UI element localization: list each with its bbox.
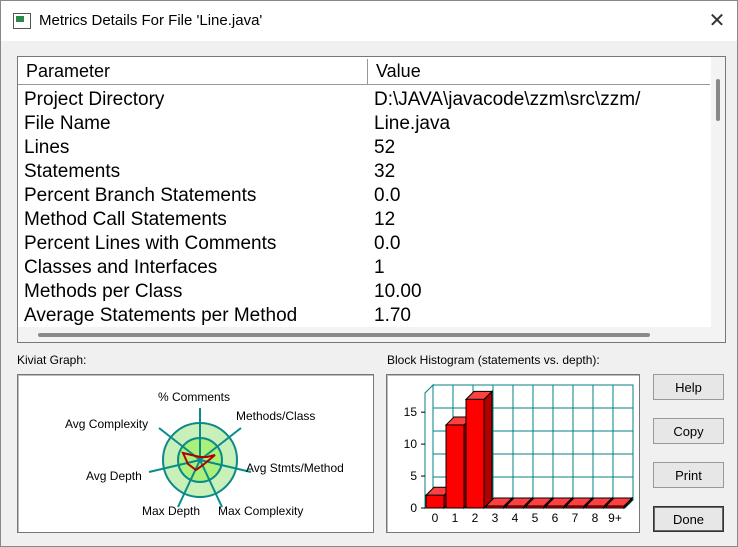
histogram-x-tick-label: 0 xyxy=(432,511,439,525)
histogram-x-tick-label: 5 xyxy=(532,511,539,525)
kiviat-axis-max-complexity: Max Complexity xyxy=(218,504,304,518)
kiviat-graph-label: Kiviat Graph: xyxy=(17,353,87,367)
help-button[interactable]: Help xyxy=(653,374,724,400)
table-row[interactable]: File Name Line.java xyxy=(18,112,710,136)
title-bar: Metrics Details For File 'Line.java' ✕ xyxy=(1,1,737,41)
table-row[interactable]: Average Statements per Method 1.70 xyxy=(18,304,710,328)
close-icon[interactable]: ✕ xyxy=(701,5,733,37)
vertical-scroll-thumb[interactable] xyxy=(716,79,720,121)
histogram-svg: 0510150 1 2 3 4 5 6 7 8 9+ xyxy=(404,383,635,525)
kiviat-axis-methods-class: Methods/Class xyxy=(236,409,316,423)
parameter-cell: Percent Branch Statements xyxy=(24,185,257,206)
parameter-cell: File Name xyxy=(24,113,111,134)
block-histogram: 0 5 10 15 0 1 2 3 4 5 6 7 8 9+ xyxy=(386,374,640,533)
window-title: Metrics Details For File 'Line.java' xyxy=(39,12,263,29)
value-cell: 10.00 xyxy=(374,281,422,302)
parameter-cell: Method Call Statements xyxy=(24,209,227,230)
kiviat-axis-avg-stmts: Avg Stmts/Method xyxy=(246,461,344,475)
histogram-x-tick-label: 9+ xyxy=(608,511,622,525)
horizontal-scroll-thumb[interactable] xyxy=(38,333,650,337)
table-row[interactable]: Method Call Statements 12 xyxy=(18,208,710,232)
value-cell: Line.java xyxy=(374,113,451,134)
parameter-cell: Statements xyxy=(24,161,121,182)
horizontal-scrollbar[interactable] xyxy=(18,327,711,342)
histogram-x-tick-label: 6 xyxy=(552,511,559,525)
value-cell: 12 xyxy=(374,209,396,230)
parameter-cell: Project Directory xyxy=(24,89,165,110)
done-button[interactable]: Done xyxy=(653,506,724,532)
table-header: Parameter Value xyxy=(18,59,710,85)
metrics-dialog: Metrics Details For File 'Line.java' ✕ P… xyxy=(0,0,738,547)
app-icon xyxy=(13,13,31,29)
scrollbar-corner xyxy=(711,327,725,342)
table-row[interactable]: Methods per Class 10.00 xyxy=(18,280,710,304)
value-cell: 1.70 xyxy=(374,305,411,326)
histogram-x-tick-label: 7 xyxy=(572,511,579,525)
value-cell: 32 xyxy=(374,161,396,182)
kiviat-axis-avg-depth: Avg Depth xyxy=(86,469,142,483)
histogram-x-tick-label: 1 xyxy=(452,511,459,525)
histogram-x-tick-label: 2 xyxy=(472,511,479,525)
parameter-cell: Classes and Interfaces xyxy=(24,257,218,278)
vertical-scrollbar[interactable] xyxy=(711,57,725,327)
histogram-x-tick-label: 3 xyxy=(492,511,499,525)
histogram-x-tick-label: 4 xyxy=(512,511,519,525)
table-row[interactable]: Project Directory D:\JAVA\javacode\zzm\sr… xyxy=(18,88,710,112)
table-row[interactable]: Classes and Interfaces 1 xyxy=(18,256,710,280)
parameter-cell: Percent Lines with Comments xyxy=(24,233,277,254)
column-header-parameter[interactable]: Parameter xyxy=(18,59,368,84)
histogram-bar xyxy=(464,390,494,510)
table-row[interactable]: Statements 32 xyxy=(18,160,710,184)
kiviat-axis-comments: % Comments xyxy=(158,390,231,404)
histogram-label: Block Histogram (statements vs. depth): xyxy=(387,353,600,367)
copy-button[interactable]: Copy xyxy=(653,418,724,444)
value-cell: 52 xyxy=(374,137,396,158)
value-cell: 1 xyxy=(374,257,385,278)
value-cell: 0.0 xyxy=(374,185,401,206)
histogram-x-tick-label: 8 xyxy=(592,511,599,525)
parameter-cell: Average Statements per Method xyxy=(24,305,298,326)
parameter-cell: Lines xyxy=(24,137,70,158)
column-header-value[interactable]: Value xyxy=(368,59,710,84)
histogram-y-tick-label: 0 xyxy=(410,501,417,515)
metrics-table[interactable]: Parameter Value Project Directory D:\JAVA… xyxy=(17,56,726,343)
value-cell: D:\JAVA\javacode\zzm\src\zzm/ xyxy=(374,89,641,110)
table-row[interactable]: Percent Branch Statements 0.0 xyxy=(18,184,710,208)
parameter-cell: Methods per Class xyxy=(24,281,183,302)
value-cell: 0.0 xyxy=(374,233,401,254)
histogram-y-tick-label: 5 xyxy=(410,469,417,483)
kiviat-axis-avg-complexity: Avg Complexity xyxy=(65,417,149,431)
kiviat-graph: % Comments Methods/Class Avg Stmts/Metho… xyxy=(17,374,374,533)
table-row[interactable]: Percent Lines with Comments 0.0 xyxy=(18,232,710,256)
histogram-y-tick-label: 10 xyxy=(404,437,418,451)
histogram-y-tick-label: 15 xyxy=(404,405,418,419)
print-button[interactable]: Print xyxy=(653,462,724,488)
kiviat-axis-max-depth: Max Depth xyxy=(142,504,201,518)
table-row[interactable]: Lines 52 xyxy=(18,136,710,160)
